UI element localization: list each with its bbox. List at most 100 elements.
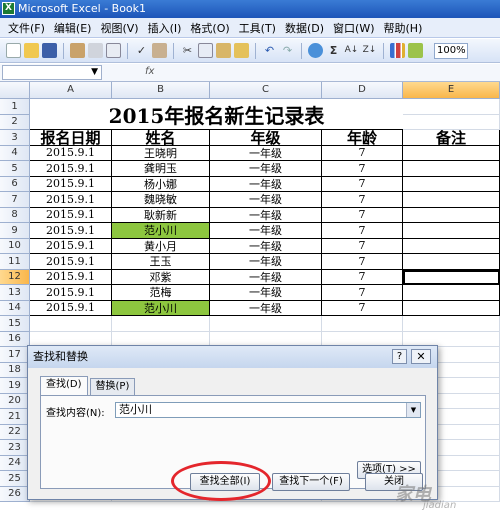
notes-cell[interactable] (403, 161, 500, 177)
row-header-4[interactable]: 4 (0, 145, 30, 161)
row-header-19[interactable]: 19 (0, 378, 30, 394)
menu-item-help[interactable]: 帮助(H) (384, 20, 423, 36)
row-header-10[interactable]: 10 (0, 238, 30, 254)
row-header-20[interactable]: 20 (0, 393, 30, 409)
notes-cell[interactable] (403, 207, 500, 223)
table-cell[interactable]: 2015.9.1 (30, 176, 112, 192)
select-all-corner[interactable] (0, 82, 30, 99)
notes-cell[interactable] (403, 300, 500, 316)
table-cell[interactable]: 7 (322, 145, 403, 161)
help-icon[interactable]: ? (392, 349, 407, 364)
grid-cell[interactable] (322, 316, 403, 332)
table-cell[interactable]: 魏晓敏 (112, 192, 210, 208)
table-cell[interactable]: 7 (322, 238, 403, 254)
sort-ascending-icon[interactable]: A↓ (344, 43, 359, 58)
table-cell[interactable]: 范小川 (112, 300, 210, 316)
drawing-icon[interactable] (408, 43, 423, 58)
table-cell[interactable]: 7 (322, 254, 403, 270)
table-cell[interactable]: 7 (322, 285, 403, 301)
tab-find[interactable]: 查找(D) (40, 376, 88, 395)
table-cell[interactable]: 王晓明 (112, 145, 210, 161)
table-cell[interactable]: 邓紫 (112, 269, 210, 285)
open-folder-icon[interactable] (24, 43, 39, 58)
table-cell[interactable]: 范小川 (112, 223, 210, 239)
autosum-icon[interactable]: Σ (326, 43, 341, 58)
row-header-3[interactable]: 3 (0, 130, 30, 146)
table-cell[interactable]: 一年级 (210, 223, 322, 239)
table-cell[interactable]: 2015.9.1 (30, 192, 112, 208)
new-file-icon[interactable] (6, 43, 21, 58)
row-header-18[interactable]: 18 (0, 362, 30, 378)
row-header-22[interactable]: 22 (0, 424, 30, 440)
table-cell[interactable]: 一年级 (210, 238, 322, 254)
row-header-17[interactable]: 17 (0, 347, 30, 363)
table-cell[interactable]: 黄小月 (112, 238, 210, 254)
column-header-a[interactable]: A (30, 82, 112, 99)
notes-cell[interactable] (403, 254, 500, 270)
table-cell[interactable]: 7 (322, 223, 403, 239)
row-header-2[interactable]: 2 (0, 114, 30, 130)
table-cell[interactable]: 2015.9.1 (30, 223, 112, 239)
notes-cell[interactable] (403, 176, 500, 192)
table-cell[interactable]: 2015.9.1 (30, 161, 112, 177)
close-icon[interactable]: ✕ (411, 349, 431, 364)
row-header-12[interactable]: 12 (0, 269, 30, 285)
grid-cell[interactable] (112, 316, 210, 332)
notes-cell[interactable] (403, 285, 500, 301)
zoom-box[interactable]: 100% (434, 42, 468, 59)
table-cell[interactable]: 龚明玉 (112, 161, 210, 177)
table-cell[interactable]: 7 (322, 269, 403, 285)
grid-cell[interactable] (403, 114, 500, 130)
save-icon[interactable] (42, 43, 57, 58)
menu-item-view[interactable]: 视图(V) (100, 20, 138, 36)
table-cell[interactable]: 2015.9.1 (30, 254, 112, 270)
name-box[interactable]: ▼ (2, 65, 102, 80)
menu-item-edit[interactable]: 编辑(E) (54, 20, 92, 36)
table-cell[interactable]: 7 (322, 207, 403, 223)
find-what-input[interactable]: 范小川 ▼ (115, 402, 421, 418)
table-cell[interactable]: 一年级 (210, 300, 322, 316)
table-cell[interactable]: 一年级 (210, 176, 322, 192)
paste-icon[interactable] (216, 43, 231, 58)
grid-cell[interactable] (403, 316, 500, 332)
table-cell[interactable]: 2015.9.1 (30, 300, 112, 316)
undo-icon[interactable]: ↶ (262, 43, 277, 58)
table-cell[interactable]: 一年级 (210, 285, 322, 301)
print-preview-icon[interactable] (106, 43, 121, 58)
row-header-15[interactable]: 15 (0, 316, 30, 332)
spelling-icon[interactable]: ✓ (134, 43, 149, 58)
table-cell[interactable]: 2015.9.1 (30, 145, 112, 161)
table-header-cell[interactable]: 姓名 (112, 130, 210, 146)
table-cell[interactable]: 范梅 (112, 285, 210, 301)
sheet-title[interactable]: 2015年报名新生记录表 (30, 99, 403, 130)
row-header-24[interactable]: 24 (0, 455, 30, 471)
table-cell[interactable]: 一年级 (210, 145, 322, 161)
notes-cell[interactable] (403, 145, 500, 161)
table-cell[interactable]: 一年级 (210, 254, 322, 270)
table-cell[interactable]: 2015.9.1 (30, 285, 112, 301)
table-cell[interactable]: 杨小娜 (112, 176, 210, 192)
table-header-cell[interactable]: 年龄 (322, 130, 403, 146)
research-icon[interactable] (152, 43, 167, 58)
table-cell[interactable]: 7 (322, 300, 403, 316)
row-header-6[interactable]: 6 (0, 176, 30, 192)
row-header-13[interactable]: 13 (0, 285, 30, 301)
row-header-5[interactable]: 5 (0, 161, 30, 177)
row-header-8[interactable]: 8 (0, 207, 30, 223)
notes-cell[interactable] (403, 192, 500, 208)
row-header-14[interactable]: 14 (0, 300, 30, 316)
column-header-d[interactable]: D (322, 82, 403, 99)
table-cell[interactable]: 2015.9.1 (30, 207, 112, 223)
table-header-cell[interactable]: 报名日期 (30, 130, 112, 146)
table-cell[interactable]: 7 (322, 161, 403, 177)
menu-item-tools[interactable]: 工具(T) (239, 20, 276, 36)
notes-cell[interactable] (403, 223, 500, 239)
row-header-7[interactable]: 7 (0, 192, 30, 208)
table-cell[interactable]: 王玉 (112, 254, 210, 270)
column-header-b[interactable]: B (112, 82, 210, 99)
menu-item-data[interactable]: 数据(D) (285, 20, 324, 36)
table-cell[interactable]: 7 (322, 176, 403, 192)
hyperlink-icon[interactable] (308, 43, 323, 58)
table-cell[interactable]: 一年级 (210, 269, 322, 285)
chart-wizard-icon[interactable] (390, 43, 405, 58)
